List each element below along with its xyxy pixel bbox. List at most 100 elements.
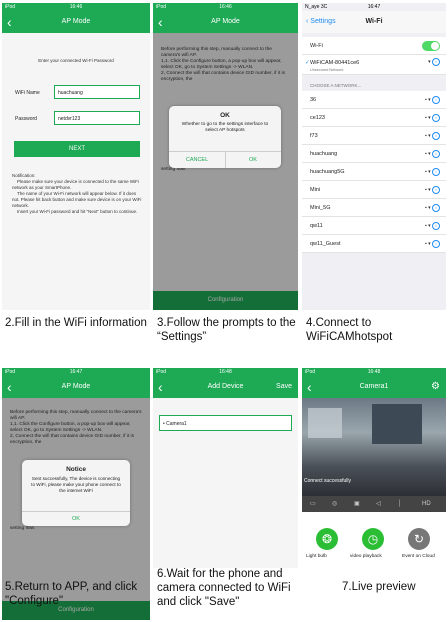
settings-dialog: OK Whether to go to the settings interfa… bbox=[169, 106, 281, 168]
status-bar: iPod 16:48 bbox=[153, 368, 298, 376]
lock-wifi-info-icon[interactable]: ▪ ▾ i bbox=[425, 109, 440, 127]
status-time: 16:46 bbox=[69, 4, 83, 10]
caption-step-3: 3.Follow the prompts to the “Settings” bbox=[157, 317, 296, 343]
lock-wifi-info-icon[interactable]: ▪ ▾ i bbox=[425, 91, 440, 109]
info-icon[interactable]: i bbox=[432, 58, 440, 66]
panel-wifi-settings: N_aye 3C 16:47 ‹ Settings Wi-Fi Wi-Fi ✓ … bbox=[302, 3, 446, 310]
fullscreen-icon[interactable]: ▭ bbox=[310, 496, 316, 512]
status-bar: iPod 16:48 bbox=[302, 368, 446, 376]
caption-step-4: 4.Connect to WiFiCAMhotspot bbox=[306, 317, 393, 343]
network-row[interactable]: ce123 ▪ ▾ i bbox=[302, 109, 446, 127]
camera-name-field[interactable]: • Camera1 bbox=[159, 415, 292, 431]
ok-button[interactable]: OK bbox=[22, 511, 130, 526]
video-control-bar: ▭ ◎ ▣ ◁ │ HD bbox=[302, 496, 446, 512]
page-body bbox=[2, 33, 150, 310]
cancel-button[interactable]: CANCEL bbox=[169, 152, 225, 168]
nav-title: Camera1 bbox=[359, 383, 389, 390]
status-bar: iPod 16:47 bbox=[2, 368, 150, 376]
caption-step-6: 6.Wait for the phone and camera connecte… bbox=[157, 568, 291, 608]
panel-settings-prompt: iPod 16:46 ‹ AP Mode Before performing t… bbox=[153, 3, 298, 310]
lock-wifi-info-icon[interactable]: ▪ ▾ i bbox=[425, 235, 440, 253]
status-bar: iPod 16:46 bbox=[153, 3, 298, 11]
modal-overlay bbox=[153, 33, 298, 310]
camera-video-feed[interactable]: Connect successfully bbox=[302, 398, 446, 496]
wifi-toggle[interactable] bbox=[422, 41, 440, 51]
panel-add-device: iPod 16:48 ‹ Add Device Save • Camera1 bbox=[153, 368, 298, 568]
lock-wifi-info-icon[interactable]: ▪ ▾ i bbox=[425, 181, 440, 199]
back-arrow-icon[interactable]: ‹ bbox=[158, 11, 163, 33]
dialog-message: Whether to go to the settings interface … bbox=[181, 122, 269, 133]
network-name: 36 bbox=[310, 97, 317, 103]
wifi-name-label: WiFi Name bbox=[15, 90, 40, 96]
back-arrow-icon[interactable]: ‹ bbox=[7, 376, 12, 398]
hd-toggle[interactable]: HD bbox=[422, 496, 431, 512]
network-name: Mini bbox=[310, 187, 321, 193]
network-row[interactable]: Mini_5G ▪ ▾ i bbox=[302, 199, 446, 217]
password-field[interactable]: netdvr123 bbox=[54, 111, 140, 125]
dialog-title: OK bbox=[220, 112, 230, 119]
choose-network-header: CHOOSE A NETWORK... bbox=[310, 83, 362, 88]
light-bulb-label: Light bulb bbox=[306, 554, 327, 559]
cloud-event-icon[interactable]: ↻ bbox=[408, 528, 430, 550]
password-prompt: Enter your connected Wi-Fi Password bbox=[38, 58, 114, 63]
connected-network-sub: Unsecured Network bbox=[310, 68, 344, 72]
record-icon[interactable]: ▣ bbox=[354, 496, 360, 512]
nav-bar: ‹ Camera1 ⚙ bbox=[302, 376, 446, 398]
back-arrow-icon[interactable]: ‹ bbox=[7, 11, 12, 33]
back-label: Settings bbox=[310, 18, 336, 25]
back-arrow-icon[interactable]: ‹ bbox=[307, 376, 312, 398]
nav-bar: ‹ AP Mode bbox=[2, 11, 150, 33]
light-bulb-icon[interactable]: ❂ bbox=[316, 528, 338, 550]
dialog-message: Sent successfully, The device is connect… bbox=[31, 476, 121, 493]
dialog-title: Notice bbox=[66, 466, 86, 473]
lock-wifi-info-icon[interactable]: ▪ ▾ i bbox=[425, 199, 440, 217]
lock-wifi-info-icon[interactable]: ▪ ▾ i bbox=[425, 127, 440, 145]
speaker-icon[interactable]: ◁ bbox=[376, 496, 381, 512]
network-list: 36 ▪ ▾ i ce123 ▪ ▾ i f73 ▪ ▾ i huachuang ▪ ▾ ih… bbox=[302, 91, 446, 253]
wifi-name-field[interactable]: huachuang bbox=[54, 85, 140, 99]
nav-bar: ‹ AP Mode bbox=[2, 376, 150, 398]
network-row[interactable]: qw11_Guest ▪ ▾ i bbox=[302, 235, 446, 253]
connected-network-row[interactable]: ✓ WiFiCAM-80441ce6 Unsecured Network ▾ i bbox=[302, 55, 446, 75]
nav-title: Add Device bbox=[207, 383, 244, 390]
checkmark-icon: ✓ bbox=[305, 60, 310, 66]
connection-toast: Connect successfully bbox=[304, 478, 351, 484]
wifi-toggle-row: Wi-Fi bbox=[302, 37, 446, 55]
ok-button[interactable]: OK bbox=[225, 152, 281, 168]
snapshot-icon[interactable]: ◎ bbox=[332, 496, 337, 512]
video-scene-window bbox=[308, 408, 342, 438]
next-button[interactable]: NEXT bbox=[14, 141, 140, 157]
network-row[interactable]: Mini ▪ ▾ i bbox=[302, 181, 446, 199]
network-name: huachuang bbox=[310, 151, 338, 157]
nav-bar: ‹ Add Device Save bbox=[153, 376, 298, 398]
lock-wifi-info-icon[interactable]: ▪ ▾ i bbox=[425, 217, 440, 235]
panel-ap-mode-wifi: iPod 16:46 ‹ AP Mode Enter your connecte… bbox=[2, 3, 150, 310]
settings-gear-icon[interactable]: ⚙ bbox=[431, 376, 440, 398]
network-row[interactable]: qw11 ▪ ▾ i bbox=[302, 217, 446, 235]
status-time: 16:47 bbox=[69, 369, 83, 375]
network-name: Mini_5G bbox=[310, 205, 331, 211]
video-scene-monitor bbox=[372, 404, 422, 444]
network-row[interactable]: 36 ▪ ▾ i bbox=[302, 91, 446, 109]
lock-wifi-info-icon[interactable]: ▪ ▾ i bbox=[425, 145, 440, 163]
network-row[interactable]: f73 ▪ ▾ i bbox=[302, 127, 446, 145]
network-row[interactable]: huachuang5G ▪ ▾ i bbox=[302, 163, 446, 181]
status-time: 16:46 bbox=[219, 4, 232, 10]
network-name: huachuang5G bbox=[310, 169, 345, 175]
network-name: qw11_Guest bbox=[310, 241, 341, 247]
event-on-cloud-label: Event on Cloud bbox=[402, 554, 435, 559]
notice-dialog: Notice Sent successfully, The device is … bbox=[22, 460, 130, 526]
caption-step-5: 5.Return to APP, and click "Configure" bbox=[5, 581, 138, 607]
wifi-signal-icon: ▾ i bbox=[428, 55, 440, 69]
network-row[interactable]: huachuang ▪ ▾ i bbox=[302, 145, 446, 163]
back-arrow-icon[interactable]: ‹ bbox=[158, 376, 163, 398]
save-button[interactable]: Save bbox=[276, 376, 292, 398]
network-name: ce123 bbox=[310, 115, 325, 121]
back-button[interactable]: ‹ Settings bbox=[306, 11, 336, 33]
nav-bar: ‹ AP Mode bbox=[153, 11, 298, 33]
lock-wifi-info-icon[interactable]: ▪ ▾ i bbox=[425, 163, 440, 181]
nav-title: AP Mode bbox=[61, 18, 91, 25]
status-bar: N_aye 3C 16:47 bbox=[302, 3, 446, 11]
clock-icon[interactable]: ◷ bbox=[362, 528, 384, 550]
microphone-icon[interactable]: │ bbox=[398, 496, 402, 512]
